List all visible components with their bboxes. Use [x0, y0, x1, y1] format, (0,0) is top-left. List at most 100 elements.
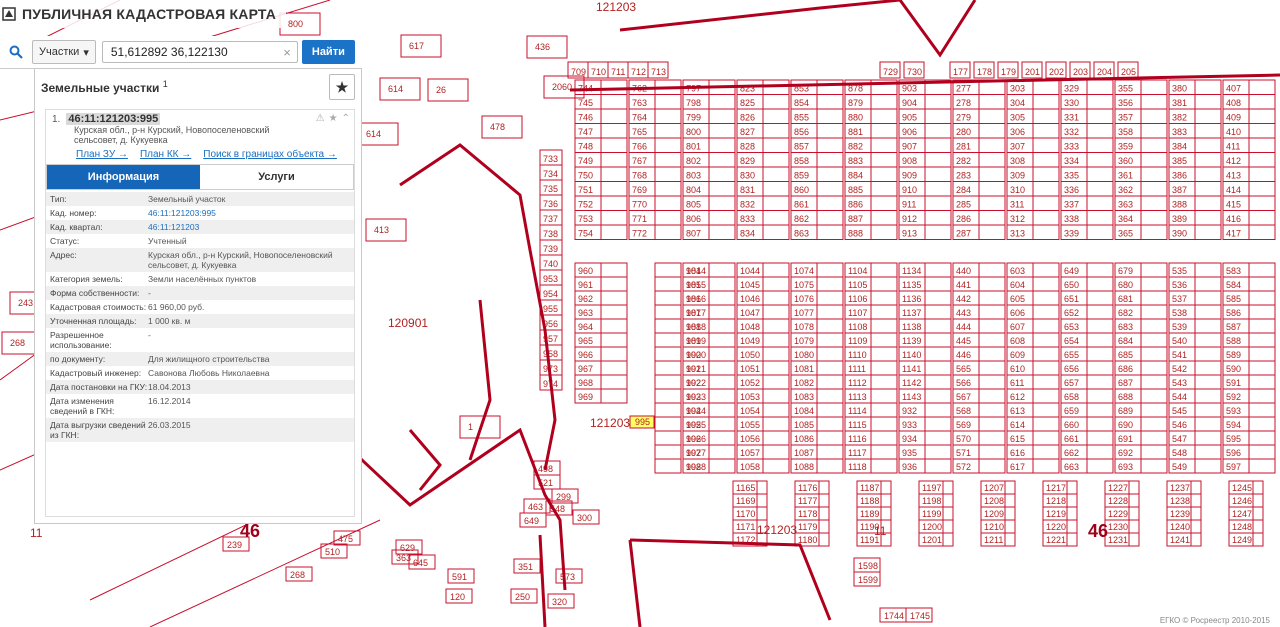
parcel[interactable] — [978, 360, 1006, 376]
parcel[interactable] — [708, 210, 736, 226]
parcel[interactable] — [654, 444, 682, 460]
warning-icon[interactable]: ⚠ — [316, 113, 325, 124]
parcel[interactable] — [600, 210, 628, 226]
parcel[interactable] — [924, 346, 952, 362]
parcel[interactable] — [762, 318, 790, 334]
parcel[interactable] — [1194, 181, 1222, 197]
parcel[interactable] — [1140, 276, 1168, 292]
parcel[interactable] — [762, 290, 790, 306]
parcel[interactable] — [600, 304, 628, 320]
parcel[interactable] — [1086, 332, 1114, 348]
parcel[interactable] — [1140, 224, 1168, 240]
parcel[interactable] — [978, 108, 1006, 124]
parcel[interactable] — [708, 346, 736, 362]
parcel[interactable] — [818, 532, 830, 547]
parcel[interactable] — [1248, 276, 1276, 292]
parcel[interactable] — [1140, 152, 1168, 168]
parcel[interactable] — [600, 332, 628, 348]
parcel[interactable] — [1086, 360, 1114, 376]
parcel[interactable] — [1004, 493, 1016, 508]
parcel[interactable] — [870, 210, 898, 226]
parcel[interactable] — [978, 416, 1006, 432]
parcel[interactable] — [1190, 506, 1202, 521]
parcel[interactable] — [1194, 123, 1222, 139]
parcel[interactable] — [924, 152, 952, 168]
parcel[interactable] — [1194, 360, 1222, 376]
parcel[interactable] — [762, 276, 790, 292]
parcel[interactable] — [924, 137, 952, 153]
parcel[interactable] — [924, 123, 952, 139]
parcel[interactable] — [924, 304, 952, 320]
parcel[interactable] — [1140, 430, 1168, 446]
parcel[interactable] — [1128, 493, 1140, 508]
parcel[interactable] — [1066, 506, 1078, 521]
parcel[interactable] — [1032, 374, 1060, 390]
parcel[interactable] — [816, 346, 844, 362]
search-button[interactable] — [0, 45, 32, 59]
parcel[interactable] — [816, 430, 844, 446]
parcel[interactable] — [600, 290, 628, 306]
parcel[interactable] — [1190, 532, 1202, 547]
parcel[interactable] — [924, 94, 952, 110]
parcel[interactable] — [1032, 416, 1060, 432]
parcel[interactable] — [924, 360, 952, 376]
parcel[interactable] — [1248, 79, 1276, 95]
parcel[interactable] — [816, 304, 844, 320]
parcel[interactable] — [816, 374, 844, 390]
parcel[interactable] — [1140, 108, 1168, 124]
parcel[interactable] — [1004, 480, 1016, 495]
parcel[interactable] — [870, 166, 898, 182]
parcel[interactable] — [600, 374, 628, 390]
parcel[interactable] — [708, 332, 736, 348]
parcel[interactable] — [654, 458, 682, 474]
parcel[interactable] — [762, 374, 790, 390]
parcel[interactable] — [1140, 94, 1168, 110]
parcel[interactable] — [924, 210, 952, 226]
parcel[interactable] — [1140, 332, 1168, 348]
parcel[interactable] — [654, 360, 682, 376]
parcel[interactable] — [654, 430, 682, 446]
parcel[interactable] — [978, 290, 1006, 306]
parcel[interactable] — [870, 152, 898, 168]
parcel[interactable] — [427, 78, 469, 102]
parcel[interactable] — [924, 444, 952, 460]
parcel[interactable] — [1032, 224, 1060, 240]
parcel[interactable] — [762, 444, 790, 460]
parcel[interactable] — [978, 444, 1006, 460]
parcel[interactable] — [1032, 388, 1060, 404]
parcel[interactable] — [924, 181, 952, 197]
parcel[interactable] — [870, 276, 898, 292]
parcel[interactable] — [1194, 79, 1222, 95]
parcel[interactable] — [1032, 94, 1060, 110]
parcel[interactable] — [1128, 519, 1140, 534]
parcel[interactable] — [978, 346, 1006, 362]
parcel[interactable] — [816, 458, 844, 474]
parcel[interactable] — [816, 224, 844, 240]
parcel[interactable] — [818, 480, 830, 495]
parcel[interactable] — [1248, 224, 1276, 240]
parcel[interactable] — [654, 318, 682, 334]
parcel[interactable] — [762, 388, 790, 404]
parcel[interactable] — [654, 181, 682, 197]
plan-zu-link[interactable]: План ЗУ → — [76, 149, 128, 160]
parcel[interactable] — [1248, 346, 1276, 362]
parcel[interactable] — [762, 402, 790, 418]
parcel[interactable] — [1248, 416, 1276, 432]
parcel[interactable] — [1128, 480, 1140, 495]
parcel[interactable] — [1194, 152, 1222, 168]
parcel[interactable] — [880, 493, 892, 508]
parcel[interactable] — [1248, 430, 1276, 446]
parcel[interactable] — [870, 416, 898, 432]
parcel[interactable] — [1140, 402, 1168, 418]
parcel[interactable] — [870, 332, 898, 348]
parcel[interactable] — [600, 262, 628, 278]
parcel[interactable] — [708, 166, 736, 182]
parcel[interactable] — [1194, 430, 1222, 446]
parcel[interactable] — [1248, 388, 1276, 404]
clear-icon[interactable]: × — [283, 45, 291, 60]
parcel[interactable] — [1194, 108, 1222, 124]
parcel[interactable] — [600, 195, 628, 211]
parcel[interactable] — [1032, 137, 1060, 153]
parcel[interactable] — [1086, 224, 1114, 240]
parcel[interactable] — [978, 318, 1006, 334]
